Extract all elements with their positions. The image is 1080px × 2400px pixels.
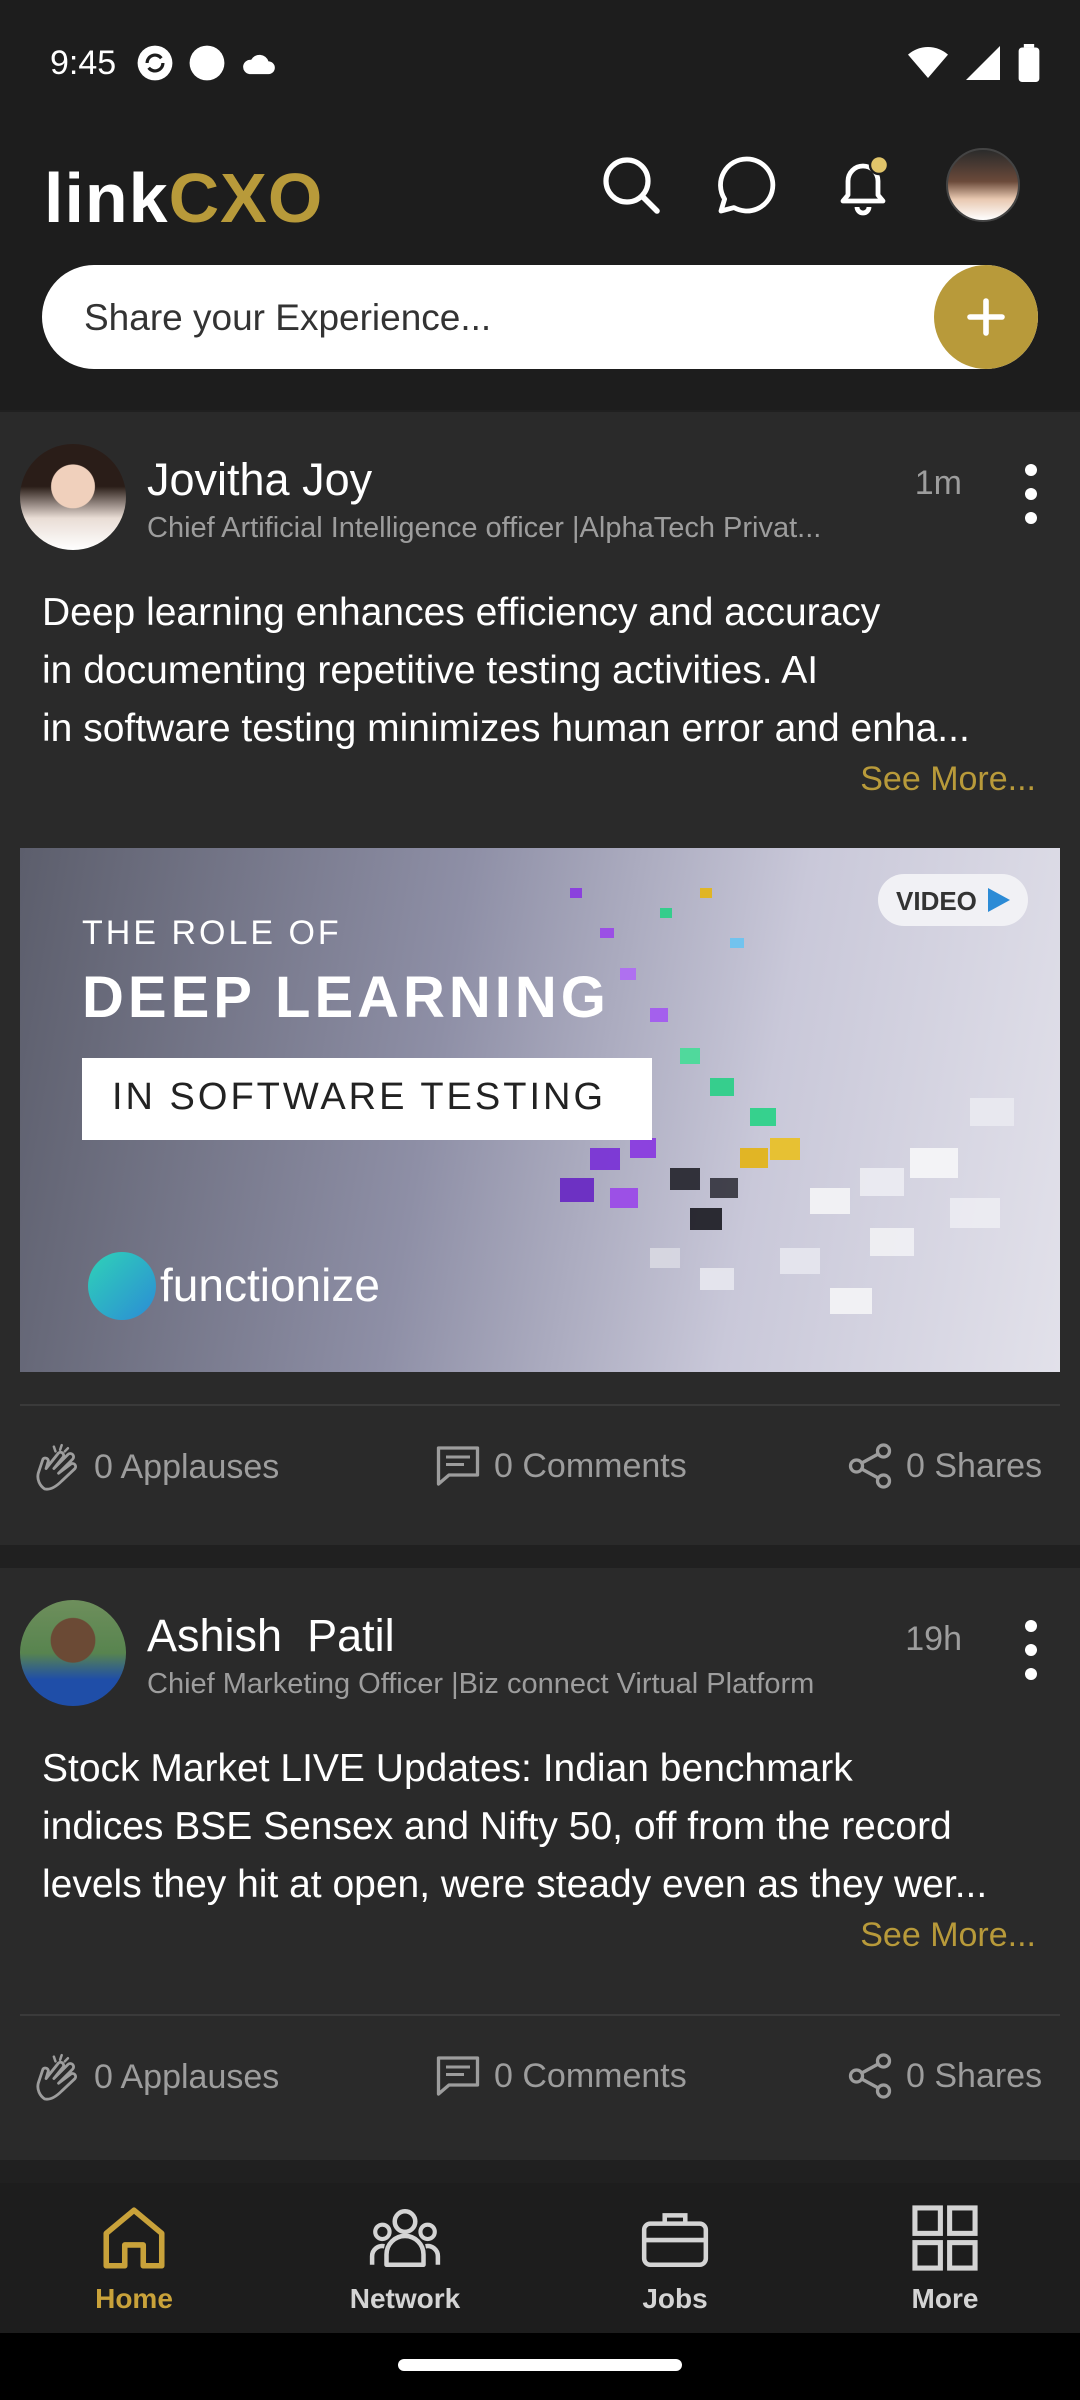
share-count: 0 Shares (906, 1446, 1043, 1485)
post-text: Deep learning enhances efficiency and ac… (42, 584, 1042, 758)
grid-icon (908, 2201, 982, 2275)
video-badge: VIDEO (878, 874, 1028, 926)
share-button[interactable]: 0 Shares (846, 1442, 1042, 1490)
share-icon (848, 1443, 892, 1489)
status-left-icons (136, 44, 278, 82)
sync-icon (137, 45, 173, 81)
image-text-line2: DEEP LEARNING (82, 965, 610, 1030)
image-text-line1: THE ROLE OF (82, 914, 342, 952)
see-more-link[interactable]: See More... (860, 1916, 1036, 1955)
comment-button[interactable]: 0 Comments (434, 2052, 687, 2100)
author-title: Chief Artificial Intelligence officer |A… (147, 512, 822, 544)
share-experience-input[interactable]: Share your Experience... (42, 265, 1038, 369)
post-text-line: Deep learning enhances efficiency and ac… (42, 591, 881, 634)
post-card: Ashish Patil Chief Marketing Officer |Bi… (0, 1568, 1080, 2160)
applause-icon (36, 1443, 77, 1491)
applause-count: 0 Applauses (94, 1447, 280, 1486)
share-count: 0 Shares (906, 2056, 1043, 2095)
comment-count: 0 Comments (494, 1446, 687, 1485)
logo-text-cxo: CXO (168, 159, 324, 237)
plus-icon (967, 298, 1005, 336)
add-post-button[interactable] (934, 265, 1038, 369)
post-card: Jovitha Joy Chief Artificial Intelligenc… (0, 412, 1080, 1545)
app-header: linkCXO Share your Experience... (0, 130, 1080, 410)
image-text-line3: IN SOFTWARE TESTING (112, 1076, 607, 1118)
share-placeholder: Share your Experience... (84, 297, 492, 338)
status-bar: 9:45 (0, 0, 1080, 130)
post-time: 1m (914, 464, 962, 502)
image-text-band: IN SOFTWARE TESTING (82, 1058, 652, 1140)
status-time: 9:45 (50, 44, 117, 82)
header-icons (598, 148, 1020, 222)
bell-icon[interactable] (830, 152, 896, 218)
nav-label: Home (95, 2283, 173, 2314)
wifi-icon (908, 47, 948, 78)
avatar[interactable] (20, 444, 126, 550)
comment-icon (436, 2056, 480, 2096)
author-name[interactable]: Ashish Patil (147, 1610, 395, 1662)
post-text-line: in documenting repetitive testing activi… (42, 649, 819, 692)
network-icon (368, 2201, 442, 2275)
comment-count: 0 Comments (494, 2056, 687, 2095)
post-text-line: Stock Market LIVE Updates: Indian benchm… (42, 1747, 853, 1790)
post-text-line: indices BSE Sensex and Nifty 50, off fro… (42, 1805, 952, 1848)
post-actions: 0 Applauses 0 Comments 0 Shares (0, 1442, 1080, 1522)
nav-more[interactable]: More (845, 2201, 1045, 2315)
applause-button[interactable]: 0 Applauses (32, 1442, 279, 1492)
see-more-link[interactable]: See More... (860, 760, 1036, 799)
battery-icon (1018, 44, 1040, 82)
post-text-line: in software testing minimizes human erro… (42, 707, 970, 750)
applause-icon (36, 2053, 77, 2101)
briefcase-icon (638, 2201, 712, 2275)
avatar[interactable] (20, 1600, 126, 1706)
status-right-icons (908, 44, 1040, 82)
home-gesture-pill[interactable] (398, 2359, 682, 2371)
bottom-nav: Home Network Jobs More (0, 2183, 1080, 2333)
comment-button[interactable]: 0 Comments (434, 1442, 687, 1490)
post-text: Stock Market LIVE Updates: Indian benchm… (42, 1740, 1042, 1914)
more-options-icon[interactable] (1016, 1620, 1046, 1680)
nav-network[interactable]: Network (305, 2201, 505, 2315)
post-text-line: levels they hit at open, were steady eve… (42, 1863, 988, 1906)
applause-button[interactable]: 0 Applauses (32, 2052, 279, 2102)
functionize-logo-icon (88, 1252, 156, 1320)
search-icon[interactable] (598, 152, 664, 218)
video-badge-label: VIDEO (896, 886, 977, 916)
signal-icon (966, 46, 1000, 80)
divider (20, 1404, 1060, 1406)
nav-home[interactable]: Home (34, 2201, 234, 2315)
more-options-icon[interactable] (1016, 464, 1046, 524)
circle-icon (189, 45, 225, 81)
image-brand: functionize (160, 1259, 380, 1311)
comment-icon (436, 1446, 480, 1486)
post-actions: 0 Applauses 0 Comments 0 Shares (0, 2052, 1080, 2132)
post-image[interactable]: VIDEO THE ROLE OF DEEP LEARNING IN SOFTW… (20, 848, 1060, 1372)
play-icon (988, 888, 1010, 912)
author-name[interactable]: Jovitha Joy (147, 454, 372, 506)
logo-text-link: link (44, 159, 169, 237)
applause-count: 0 Applauses (94, 2057, 280, 2096)
share-button[interactable]: 0 Shares (846, 2052, 1042, 2100)
nav-label: More (911, 2283, 979, 2314)
nav-jobs[interactable]: Jobs (575, 2201, 775, 2315)
chat-icon[interactable] (714, 152, 780, 218)
nav-label: Jobs (642, 2283, 708, 2314)
post-time: 19h (905, 1620, 962, 1658)
linkcxo-logo[interactable]: linkCXO (44, 158, 323, 238)
gesture-bar (0, 2333, 1080, 2400)
profile-avatar[interactable] (946, 148, 1020, 222)
divider (20, 2014, 1060, 2016)
home-icon (97, 2201, 171, 2275)
author-title: Chief Marketing Officer |Biz connect Vir… (147, 1668, 815, 1700)
cloud-icon (243, 54, 275, 75)
nav-label: Network (349, 2283, 461, 2314)
share-icon (848, 2053, 892, 2099)
